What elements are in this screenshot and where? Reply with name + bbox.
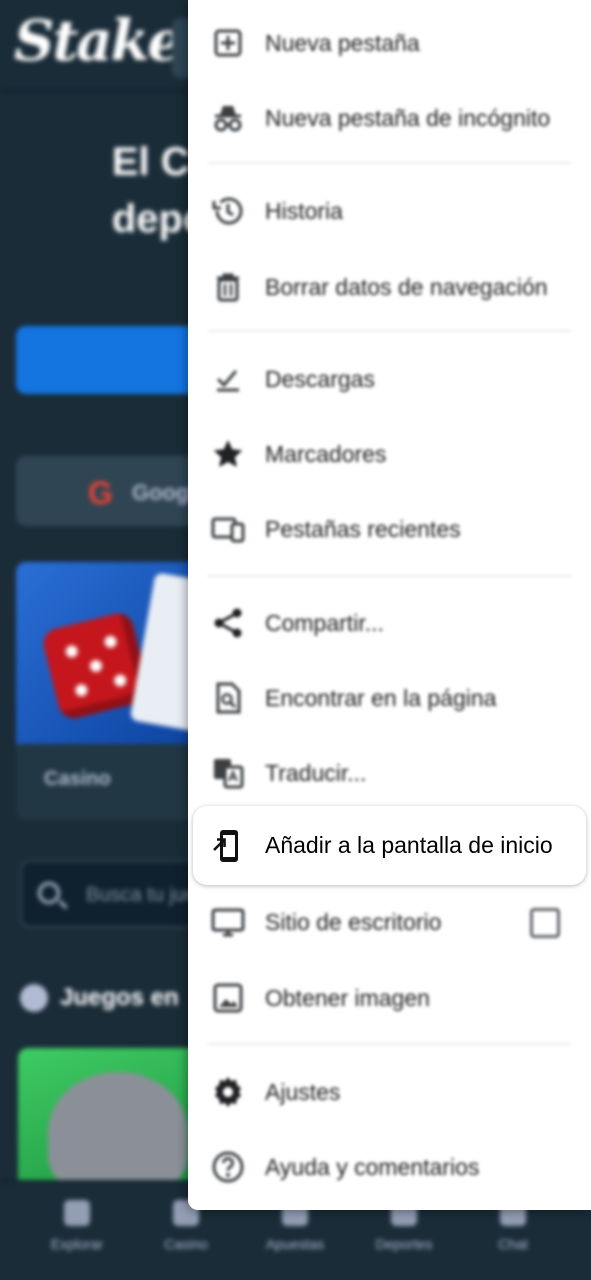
section-title-text: Juegos en	[60, 984, 179, 1011]
translate-icon	[210, 755, 246, 791]
menu-item-label: Pestañas recientes	[265, 516, 461, 542]
new-tab-icon	[210, 25, 246, 61]
desktop-icon	[210, 904, 246, 940]
menu-item-translate[interactable]: Traducir...	[188, 735, 591, 811]
menu-item-label: Historia	[265, 198, 343, 224]
explore-icon	[64, 1200, 90, 1226]
nav-explore[interactable]: Explorar	[32, 1200, 122, 1252]
raccoon-mascot-image	[48, 1072, 188, 1188]
find-in-page-icon	[210, 680, 246, 716]
check-badge-icon	[20, 984, 48, 1012]
image-icon	[210, 980, 246, 1016]
menu-divider	[208, 575, 571, 577]
history-icon	[210, 193, 246, 229]
incognito-icon	[210, 100, 246, 136]
menu-item-label: Compartir...	[265, 610, 384, 636]
devices-icon	[210, 511, 246, 547]
google-icon: G	[88, 475, 113, 511]
menu-item-help[interactable]: Ayuda y comentarios	[188, 1129, 591, 1205]
menu-item-desktop-site[interactable]: Sitio de escritorio	[188, 884, 591, 960]
desktop-site-checkbox[interactable]	[530, 908, 560, 938]
star-icon	[210, 436, 246, 472]
menu-item-find-in-page[interactable]: Encontrar en la página	[188, 660, 591, 736]
menu-item-label: Traducir...	[265, 760, 367, 786]
menu-item-recent-tabs[interactable]: Pestañas recientes	[188, 491, 591, 567]
menu-item-clear-data[interactable]: Borrar datos de navegación	[188, 249, 591, 325]
menu-item-label: Ayuda y comentarios	[265, 1154, 480, 1180]
settings-icon	[210, 1074, 246, 1110]
menu-item-label: Encontrar en la página	[265, 685, 497, 711]
menu-item-label: Obtener imagen	[265, 985, 430, 1011]
site-logo: Stake	[14, 8, 183, 74]
menu-item-downloads[interactable]: Descargas	[188, 341, 591, 417]
menu-item-share[interactable]: Compartir...	[188, 585, 591, 661]
menu-item-settings[interactable]: Ajustes	[188, 1054, 591, 1130]
menu-item-label: Nueva pestaña	[265, 30, 420, 56]
menu-item-add-to-home-screen[interactable]: Añadir a la pantalla de inicio	[193, 806, 586, 885]
menu-item-incognito-tab[interactable]: Nueva pestaña de incógnito	[188, 80, 591, 156]
menu-divider	[208, 330, 571, 332]
menu-divider	[208, 1043, 571, 1045]
search-icon	[38, 882, 60, 904]
download-icon	[210, 361, 246, 397]
add-to-home-screen-icon	[210, 828, 246, 864]
trash-icon	[210, 269, 246, 305]
menu-item-history[interactable]: Historia	[188, 173, 591, 249]
casino-card-label: Casino	[44, 768, 111, 790]
menu-divider	[208, 162, 571, 164]
menu-item-label: Marcadores	[265, 441, 387, 467]
menu-item-label: Añadir a la pantalla de inicio	[265, 832, 553, 858]
browser-overflow-menu: Nueva pestaña Nueva pestaña de incógnito…	[188, 0, 591, 1210]
menu-item-bookmarks[interactable]: Marcadores	[188, 416, 591, 492]
menu-item-label: Descargas	[265, 366, 375, 392]
section-title: Juegos en	[20, 984, 179, 1012]
help-icon	[210, 1149, 246, 1185]
menu-item-label: Nueva pestaña de incógnito	[265, 105, 551, 131]
menu-item-new-tab[interactable]: Nueva pestaña	[188, 5, 591, 81]
menu-item-label: Borrar datos de navegación	[265, 274, 548, 300]
menu-item-label: Sitio de escritorio	[265, 909, 442, 935]
menu-item-label: Ajustes	[265, 1079, 341, 1105]
menu-items-blurred: Nueva pestaña Nueva pestaña de incógnito…	[188, 0, 591, 1210]
share-icon	[210, 605, 246, 641]
menu-item-get-image[interactable]: Obtener imagen	[188, 960, 591, 1036]
